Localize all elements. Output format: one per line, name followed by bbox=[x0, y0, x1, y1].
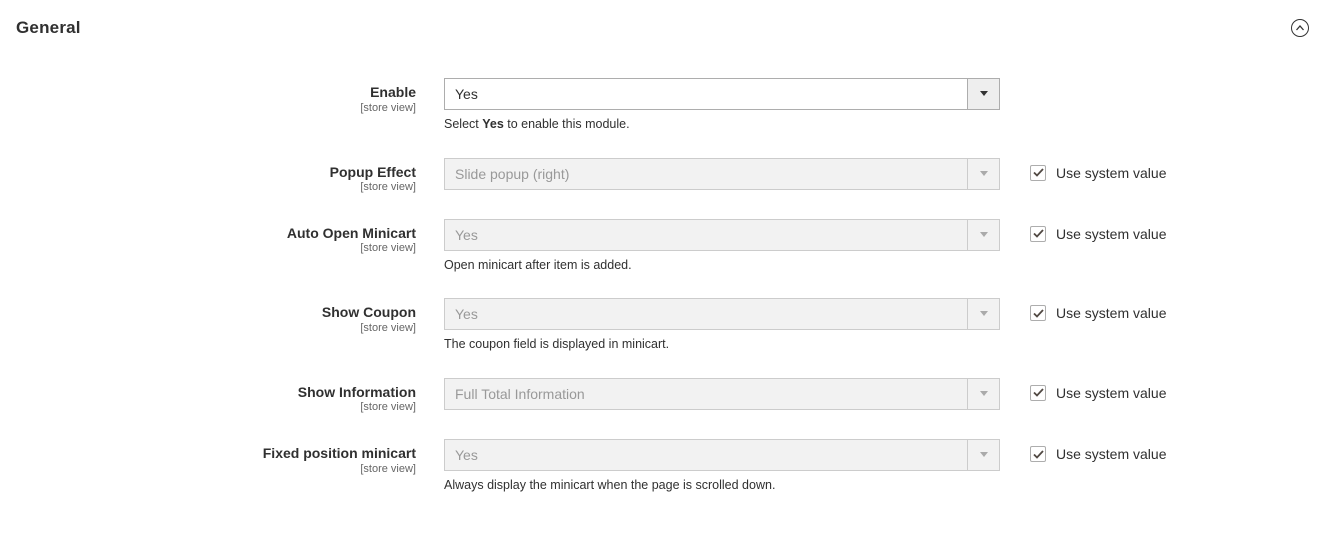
scope-label: [store view] bbox=[16, 102, 416, 116]
section-title: General bbox=[16, 18, 81, 38]
label-popup-effect: Popup Effect [store view] bbox=[16, 158, 444, 195]
use-system-checkbox[interactable] bbox=[1030, 226, 1046, 242]
checkbox-col-show-coupon: Use system value bbox=[1000, 298, 1200, 321]
select-value: Yes bbox=[444, 219, 967, 251]
note-enable: Select Yes to enable this module. bbox=[444, 116, 1000, 134]
label-text: Popup Effect bbox=[330, 164, 416, 180]
config-fields: Enable [store view] Yes Select Yes to en… bbox=[16, 78, 1309, 519]
checkbox-col-popup-effect: Use system value bbox=[1000, 158, 1200, 181]
checkbox-col-auto-open: Use system value bbox=[1000, 219, 1200, 242]
checkbox-col-fixed-pos: Use system value bbox=[1000, 439, 1200, 462]
row-auto-open: Auto Open Minicart [store view] Yes Open… bbox=[16, 219, 1309, 275]
scope-label: [store view] bbox=[16, 322, 416, 336]
dropdown-icon bbox=[967, 439, 1000, 471]
note-fixed-pos: Always display the minicart when the pag… bbox=[444, 477, 1000, 495]
note-text: Select bbox=[444, 117, 482, 131]
control-show-coupon: Yes The coupon field is displayed in min… bbox=[444, 298, 1000, 354]
select-popup-effect: Slide popup (right) bbox=[444, 158, 1000, 190]
row-fixed-pos: Fixed position minicart [store view] Yes… bbox=[16, 439, 1309, 495]
select-value: Full Total Information bbox=[444, 378, 967, 410]
use-system-label: Use system value bbox=[1056, 226, 1166, 242]
select-value: Yes bbox=[444, 298, 967, 330]
label-text: Fixed position minicart bbox=[263, 445, 416, 461]
select-show-info: Full Total Information bbox=[444, 378, 1000, 410]
row-enable: Enable [store view] Yes Select Yes to en… bbox=[16, 78, 1309, 134]
row-show-info: Show Information [store view] Full Total… bbox=[16, 378, 1309, 415]
collapse-icon[interactable] bbox=[1291, 19, 1309, 37]
scope-label: [store view] bbox=[16, 401, 416, 415]
use-system-checkbox[interactable] bbox=[1030, 385, 1046, 401]
select-value: Slide popup (right) bbox=[444, 158, 967, 190]
checkbox-col-show-info: Use system value bbox=[1000, 378, 1200, 401]
label-text: Show Information bbox=[298, 384, 416, 400]
label-text: Auto Open Minicart bbox=[287, 225, 416, 241]
control-show-info: Full Total Information bbox=[444, 378, 1000, 410]
control-fixed-pos: Yes Always display the minicart when the… bbox=[444, 439, 1000, 495]
dropdown-icon[interactable] bbox=[967, 78, 1000, 110]
control-enable: Yes Select Yes to enable this module. bbox=[444, 78, 1000, 134]
label-text: Show Coupon bbox=[322, 304, 416, 320]
note-bold: Yes bbox=[482, 117, 504, 131]
section-header: General bbox=[16, 18, 1309, 38]
use-system-label: Use system value bbox=[1056, 305, 1166, 321]
select-fixed-pos: Yes bbox=[444, 439, 1000, 471]
row-popup-effect: Popup Effect [store view] Slide popup (r… bbox=[16, 158, 1309, 195]
use-system-label: Use system value bbox=[1056, 385, 1166, 401]
dropdown-icon bbox=[967, 158, 1000, 190]
scope-label: [store view] bbox=[16, 463, 416, 477]
select-auto-open: Yes bbox=[444, 219, 1000, 251]
select-value: Yes bbox=[444, 439, 967, 471]
select-enable[interactable]: Yes bbox=[444, 78, 1000, 110]
dropdown-icon bbox=[967, 378, 1000, 410]
label-auto-open: Auto Open Minicart [store view] bbox=[16, 219, 444, 256]
dropdown-icon bbox=[967, 298, 1000, 330]
label-text: Enable bbox=[370, 84, 416, 100]
use-system-checkbox[interactable] bbox=[1030, 165, 1046, 181]
note-auto-open: Open minicart after item is added. bbox=[444, 257, 1000, 275]
scope-label: [store view] bbox=[16, 242, 416, 256]
dropdown-icon bbox=[967, 219, 1000, 251]
label-enable: Enable [store view] bbox=[16, 78, 444, 115]
select-value: Yes bbox=[444, 78, 967, 110]
select-show-coupon: Yes bbox=[444, 298, 1000, 330]
control-popup-effect: Slide popup (right) bbox=[444, 158, 1000, 190]
scope-label: [store view] bbox=[16, 181, 416, 195]
use-system-checkbox[interactable] bbox=[1030, 305, 1046, 321]
label-show-info: Show Information [store view] bbox=[16, 378, 444, 415]
use-system-label: Use system value bbox=[1056, 165, 1166, 181]
note-show-coupon: The coupon field is displayed in minicar… bbox=[444, 336, 1000, 354]
row-show-coupon: Show Coupon [store view] Yes The coupon … bbox=[16, 298, 1309, 354]
use-system-label: Use system value bbox=[1056, 446, 1166, 462]
use-system-checkbox[interactable] bbox=[1030, 446, 1046, 462]
note-text: to enable this module. bbox=[504, 117, 630, 131]
label-fixed-pos: Fixed position minicart [store view] bbox=[16, 439, 444, 476]
control-auto-open: Yes Open minicart after item is added. bbox=[444, 219, 1000, 275]
label-show-coupon: Show Coupon [store view] bbox=[16, 298, 444, 335]
checkbox-col bbox=[1000, 78, 1200, 85]
